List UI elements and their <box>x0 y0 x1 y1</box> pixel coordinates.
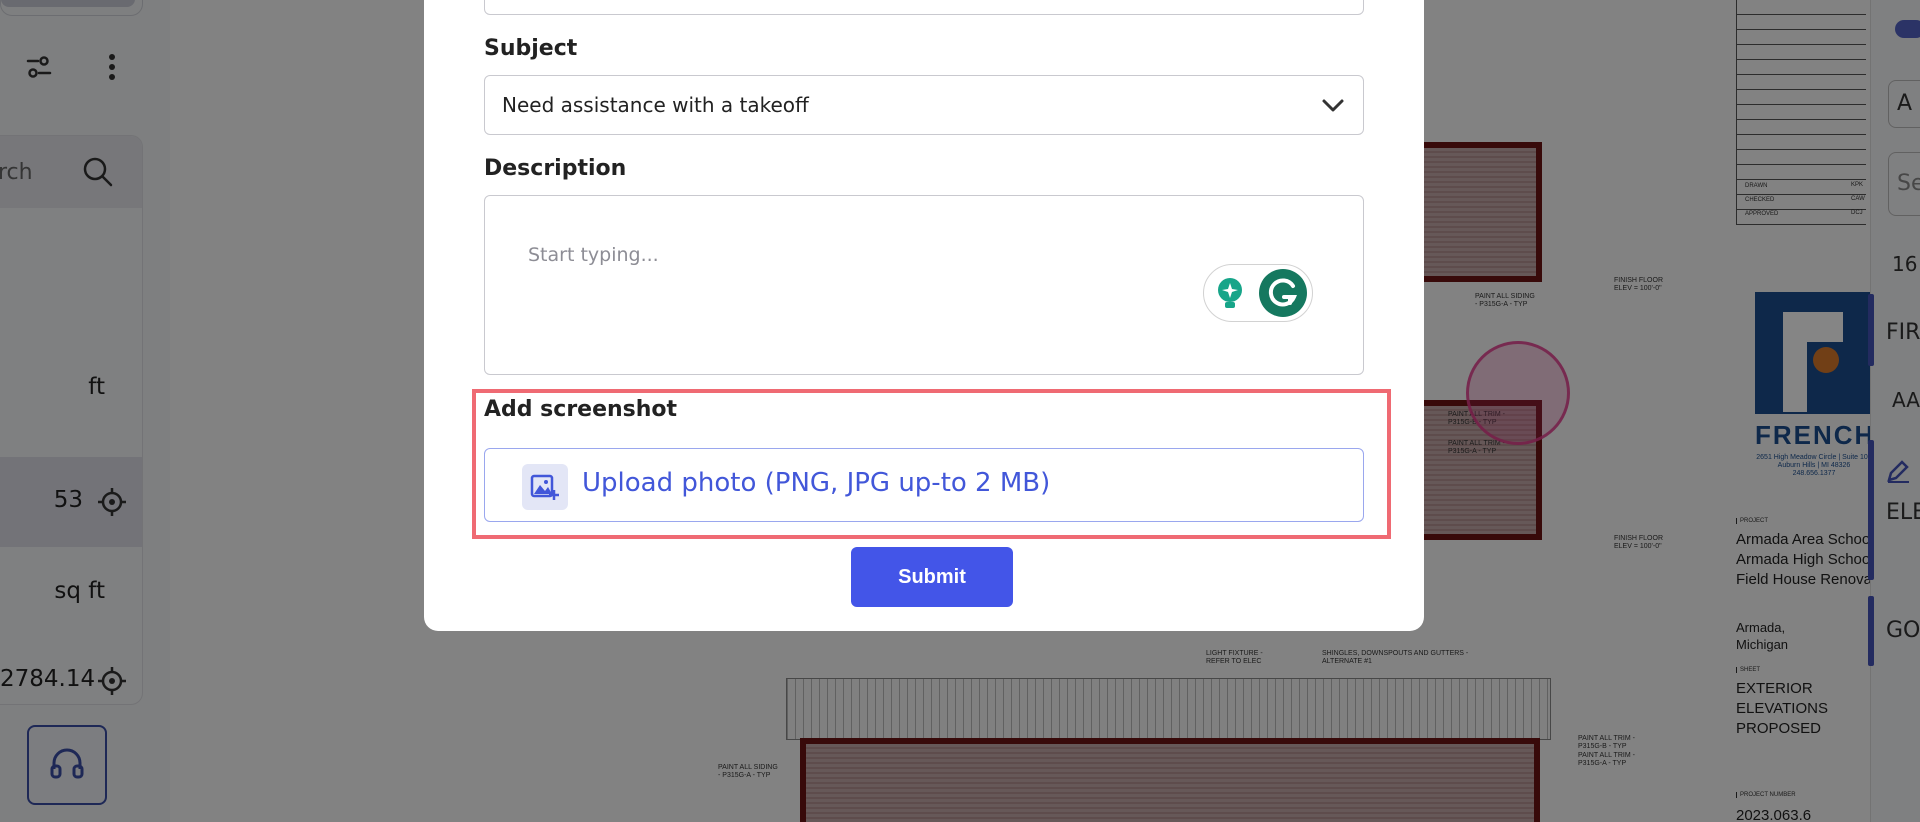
subject-value: Need assistance with a takeoff <box>502 93 809 117</box>
description-field[interactable]: Start typing... <box>484 195 1364 375</box>
submit-button[interactable]: Submit <box>851 547 1013 607</box>
description-label: Description <box>484 156 627 181</box>
upload-photo-button[interactable]: Upload photo (PNG, JPG up-to 2 MB) <box>484 448 1364 522</box>
add-image-icon <box>522 464 568 510</box>
screenshot-label: Add screenshot <box>484 397 678 422</box>
upload-photo-label: Upload photo (PNG, JPG up-to 2 MB) <box>582 468 1051 498</box>
subject-label: Subject <box>484 36 578 61</box>
description-placeholder: Start typing... <box>528 244 659 266</box>
grammarly-widget[interactable] <box>1203 264 1313 322</box>
subject-select[interactable]: Need assistance with a takeoff <box>484 75 1364 135</box>
lightbulb-icon[interactable] <box>1212 275 1248 311</box>
grammarly-icon[interactable] <box>1259 269 1307 317</box>
previous-field[interactable] <box>484 0 1364 15</box>
chevron-down-icon[interactable] <box>1321 94 1345 118</box>
